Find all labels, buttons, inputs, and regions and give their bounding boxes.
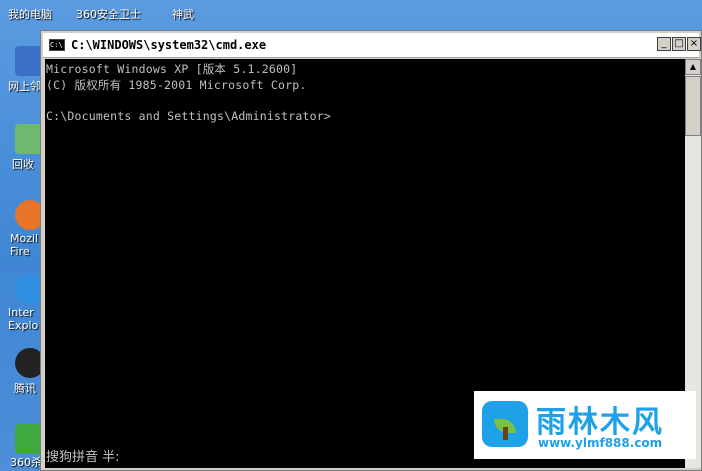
watermark-name: 雨林木风 <box>536 405 664 440</box>
scroll-thumb[interactable] <box>685 76 701 136</box>
cmd-icon: C:\ <box>49 39 65 51</box>
window-title: C:\WINDOWS\system32\cmd.exe <box>71 38 267 52</box>
desktop-icon-360-label[interactable]: 360安全卫士 <box>76 6 141 22</box>
maximize-button[interactable]: □ <box>672 37 686 51</box>
command-prompt[interactable]: C:\Documents and Settings\Administrator> <box>46 109 331 123</box>
console-line: (C) 版权所有 1985-2001 Microsoft Corp. <box>46 78 307 92</box>
logo-stem <box>503 427 508 440</box>
ime-status: 搜狗拼音 半: <box>46 450 120 465</box>
console-line: Microsoft Windows XP [版本 5.1.2600] <box>46 62 298 76</box>
ylmf-logo-icon <box>482 401 528 447</box>
watermark-url: www.ylmf888.com <box>538 436 663 450</box>
desktop-icon-shenwu-label[interactable]: 神武 <box>172 6 194 22</box>
minimize-button[interactable]: _ <box>657 37 671 51</box>
title-bar[interactable]: C:\ C:\WINDOWS\system32\cmd.exe _ □ × <box>43 33 701 58</box>
watermark: 雨林木风 www.ylmf888.com <box>474 391 696 459</box>
desktop-icon-my-computer-label[interactable]: 我的电脑 <box>8 6 52 22</box>
close-button[interactable]: × <box>687 37 701 51</box>
scroll-up-arrow-icon[interactable]: ▲ <box>685 59 701 75</box>
